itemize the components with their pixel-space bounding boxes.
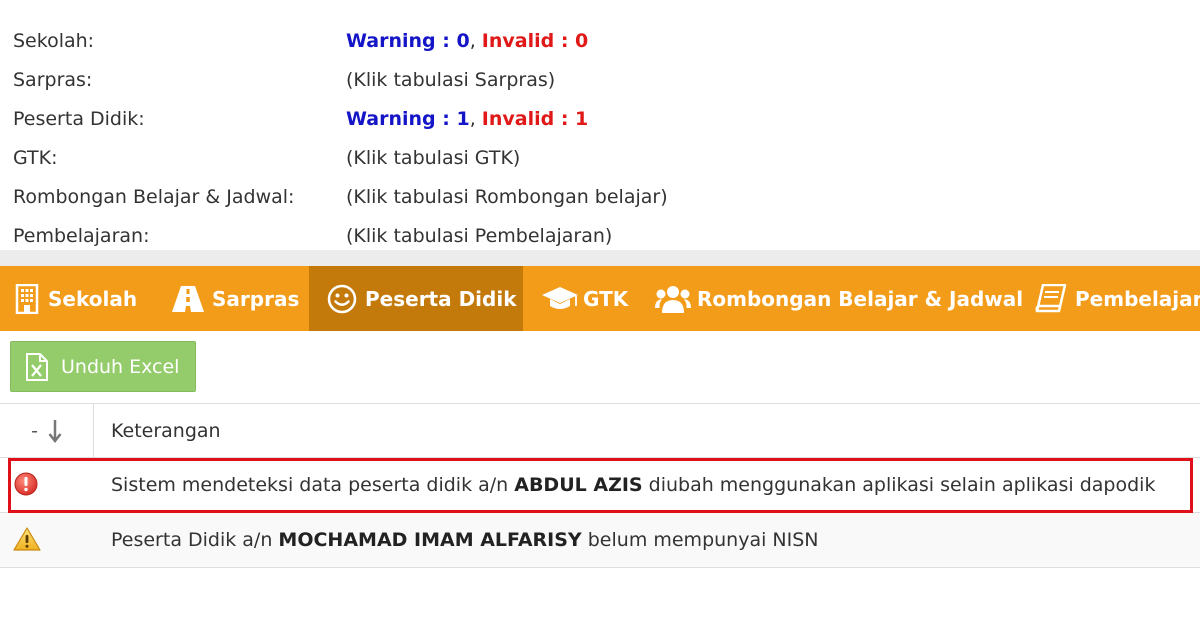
validation-summary: Sekolah: Warning : 0, Invalid : 0 Sarpra…: [0, 0, 1200, 250]
warning-icon: [13, 526, 41, 556]
summary-row-rombongan-belajar: Rombongan Belajar & Jadwal: (Klik tabula…: [13, 178, 1193, 217]
download-excel-button[interactable]: Unduh Excel: [10, 341, 196, 392]
tab-gtk[interactable]: GTK: [541, 266, 628, 331]
excel-file-icon: [25, 352, 49, 381]
tab-sarpras[interactable]: Sarpras: [172, 266, 299, 331]
building-icon: [14, 283, 40, 314]
summary-label: Rombongan Belajar & Jadwal:: [13, 186, 295, 208]
book-icon: [1035, 283, 1067, 314]
arrow-down-icon: [48, 419, 62, 443]
summary-value: Warning : 1, Invalid : 1: [346, 100, 588, 139]
tab-peserta-didik[interactable]: Peserta Didik: [309, 266, 523, 331]
road-icon: [172, 285, 204, 312]
users-icon: [655, 284, 691, 314]
summary-value: (Klik tabulasi Rombongan belajar): [346, 186, 668, 208]
summary-label: GTK:: [13, 147, 58, 169]
invalid-count: Invalid : 1: [481, 108, 589, 130]
message-text: Peserta Didik a/n: [111, 529, 279, 551]
divider: [0, 250, 1200, 266]
row-message: Peserta Didik a/n MOCHAMAD IMAM ALFARISY…: [111, 513, 819, 568]
tab-label: Peserta Didik: [365, 286, 517, 311]
summary-row-peserta-didik: Peserta Didik: Warning : 1, Invalid : 1: [13, 100, 1193, 139]
sort-column-header[interactable]: -: [0, 404, 94, 458]
message-text: belum mempunyai NISN: [581, 529, 819, 551]
graduation-cap-icon: [541, 286, 579, 312]
summary-label: Sarpras:: [13, 69, 93, 91]
tab-pembelajaran[interactable]: Pembelajaran: [1035, 266, 1200, 331]
sort-label: -: [31, 420, 38, 442]
summary-label: Peserta Didik:: [13, 108, 145, 130]
invalid-count: Invalid : 0: [481, 30, 589, 52]
tab-bar: Sekolah Sarpras Peserta Didik GTK Rombon…: [0, 266, 1200, 331]
summary-row-sekolah: Sekolah: Warning : 0, Invalid : 0: [13, 22, 1193, 61]
summary-label: Sekolah:: [13, 30, 95, 52]
message-text: diubah menggunakan aplikasi selain aplik…: [642, 474, 1156, 496]
separator: ,: [469, 30, 476, 52]
summary-value: (Klik tabulasi Sarpras): [346, 69, 556, 91]
warning-count: Warning : 1: [346, 108, 470, 130]
tab-rombongan-belajar[interactable]: Rombongan Belajar & Jadwal: [655, 266, 1023, 331]
tab-label: Rombongan Belajar & Jadwal: [697, 286, 1024, 311]
student-name: ABDUL AZIS: [514, 474, 643, 496]
summary-row-gtk: GTK: (Klik tabulasi GTK): [13, 139, 1193, 178]
warning-count: Warning : 0: [346, 30, 470, 52]
tab-label: Sarpras: [212, 286, 300, 311]
summary-value: (Klik tabulasi GTK): [346, 147, 521, 169]
summary-value: Warning : 0, Invalid : 0: [346, 22, 588, 61]
download-excel-label: Unduh Excel: [61, 355, 180, 378]
table-header: - Keterangan: [0, 403, 1200, 458]
error-icon: [13, 471, 39, 501]
tab-label: Sekolah: [48, 286, 138, 311]
row-message: Sistem mendeteksi data peserta didik a/n…: [111, 458, 1155, 513]
separator: ,: [469, 108, 476, 130]
table-row: Sistem mendeteksi data peserta didik a/n…: [0, 458, 1200, 513]
table-row: Peserta Didik a/n MOCHAMAD IMAM ALFARISY…: [0, 513, 1200, 568]
tab-sekolah[interactable]: Sekolah: [14, 266, 137, 331]
student-name: MOCHAMAD IMAM ALFARISY: [278, 529, 582, 551]
message-text: Sistem mendeteksi data peserta didik a/n: [111, 474, 515, 496]
tab-label: Pembelajaran: [1075, 286, 1200, 311]
column-header-keterangan[interactable]: Keterangan: [111, 404, 221, 458]
tab-label: GTK: [583, 286, 629, 311]
smile-icon: [327, 284, 357, 314]
summary-row-sarpras: Sarpras: (Klik tabulasi Sarpras): [13, 61, 1193, 100]
